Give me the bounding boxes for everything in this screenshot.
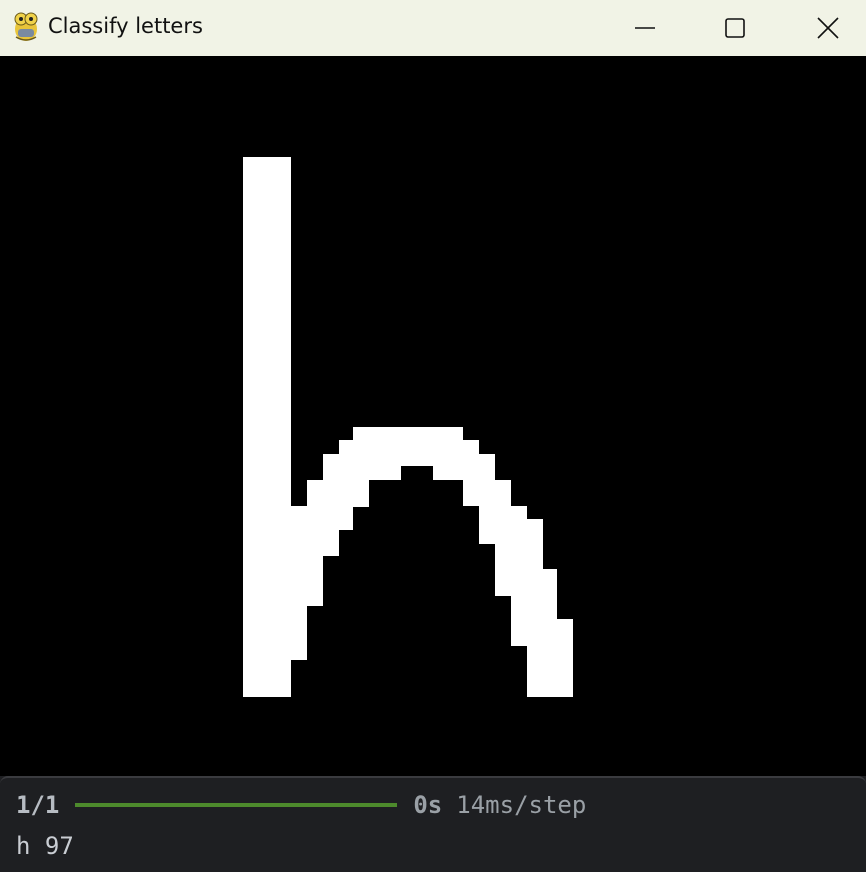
- step-rate: 14ms/step: [456, 791, 587, 819]
- window-title: Classify letters: [48, 14, 203, 38]
- progress-bar-fill: [75, 803, 398, 807]
- maximize-button[interactable]: [690, 0, 780, 56]
- close-button[interactable]: [783, 0, 866, 56]
- terminal-output: 1/1 0s 14ms/step h 97: [0, 776, 866, 872]
- elapsed-time: 0s: [413, 791, 443, 819]
- python-snake-icon: [14, 12, 38, 41]
- maximize-icon: [725, 18, 745, 38]
- close-icon: [817, 17, 839, 39]
- progress-bar: [75, 803, 398, 807]
- letter-h-strokes: [243, 157, 573, 697]
- prediction-result: h 97: [16, 832, 74, 860]
- minimize-icon: [635, 27, 655, 29]
- window-titlebar: Classify letters: [0, 0, 866, 56]
- letter-drawing: [243, 157, 573, 697]
- minimize-button[interactable]: [600, 0, 690, 56]
- drawing-canvas[interactable]: [0, 56, 866, 776]
- step-count: 1/1: [16, 791, 60, 819]
- progress-line: 1/1 0s 14ms/step: [16, 790, 586, 820]
